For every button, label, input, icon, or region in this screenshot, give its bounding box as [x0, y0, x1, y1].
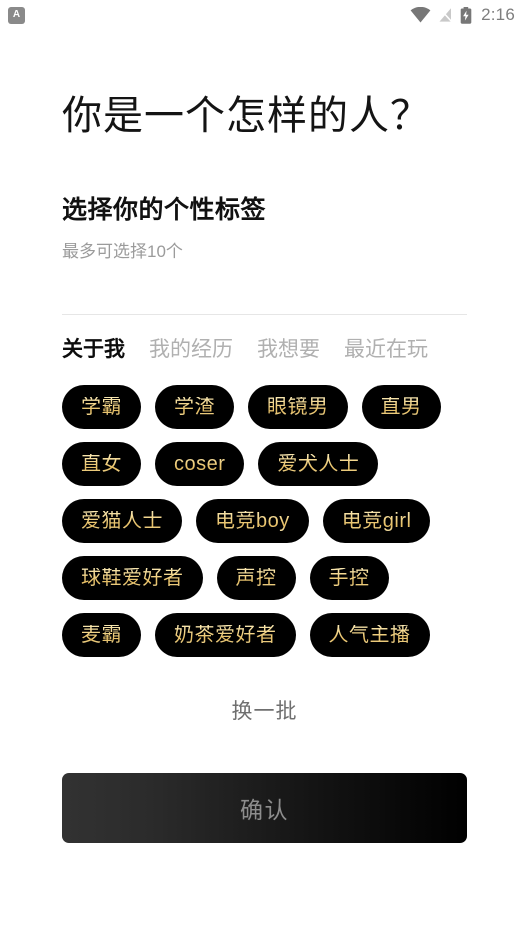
tag-chip[interactable]: 手控: [309, 556, 389, 600]
tag-chip[interactable]: 直男: [361, 385, 441, 429]
tag-chip[interactable]: 电竞girl: [322, 499, 431, 543]
section-divider: [62, 314, 467, 315]
tag-chip-list: 学霸 学渣 眼镜男 直男直女 coser 爱犬人士爱猫人士 电竞boy 电竞girl 球鞋爱好者…: [62, 385, 467, 657]
tag-chip-label: coser: [174, 453, 226, 475]
section-heading: 选择你的个性标签: [62, 196, 267, 224]
tab-1[interactable]: 我的经历: [149, 333, 233, 363]
wifi-icon: [410, 7, 431, 23]
tag-chip-label: 人气主播: [328, 624, 411, 646]
confirm-row: 确认: [62, 773, 467, 843]
status-bar: A 2:16: [0, 0, 529, 30]
tag-chip-label: 声控: [235, 567, 277, 589]
tag-chip-label: 学渣: [174, 396, 215, 418]
tag-chip[interactable]: 麦霸: [62, 613, 141, 657]
page-title: 你是一个怎样的人？: [62, 94, 431, 138]
tag-chip[interactable]: 人气主播: [309, 613, 430, 657]
tag-chip-label: 爱犬人士: [277, 453, 360, 475]
category-tabs: 关于我 我的经历 我想要 最近在玩: [62, 333, 467, 363]
tag-chip-label: 球鞋爱好者: [81, 567, 184, 589]
tag-chip-label: 电竞girl: [341, 510, 412, 532]
tag-chip-label: 手控: [328, 567, 370, 589]
status-bar-notifications: A: [8, 6, 25, 24]
signal-off-icon: [438, 7, 453, 23]
confirm-button[interactable]: 确认: [62, 773, 467, 843]
tab-0[interactable]: 关于我: [62, 333, 125, 363]
section-subtext: 最多可选择10个: [62, 242, 183, 261]
tag-chip[interactable]: 眼镜男: [248, 385, 348, 429]
tag-chip-label: 学霸: [81, 396, 122, 418]
battery-charging-icon: [460, 6, 472, 24]
tab-3[interactable]: 最近在玩: [344, 333, 428, 363]
tag-chip-label: 爱猫人士: [81, 510, 163, 532]
status-bar-clock: 2:16: [481, 5, 515, 24]
app-notification-icon: A: [8, 6, 25, 24]
page-content: 你是一个怎样的人？ 选择你的个性标签 最多可选择10个 关于我 我的经历 我想要 最近…: [0, 92, 529, 843]
tag-chip-label: 眼镜男: [267, 396, 329, 418]
refresh-row: 换一批: [62, 695, 467, 725]
tag-chip[interactable]: coser: [155, 442, 245, 486]
tag-chip[interactable]: 学渣: [155, 385, 234, 429]
tag-chip[interactable]: 奶茶爱好者: [155, 613, 296, 657]
tag-chip-label: 直女: [81, 453, 122, 475]
tag-chip[interactable]: 球鞋爱好者: [62, 556, 203, 600]
status-bar-indicators: 2:16: [410, 5, 515, 25]
tab-2[interactable]: 我想要: [257, 333, 320, 363]
tag-chip[interactable]: 电竞boy: [196, 499, 309, 543]
tag-chip[interactable]: 声控: [216, 556, 296, 600]
tag-chip-label: 电竞boy: [215, 510, 290, 532]
tag-chip-label: 直男: [380, 396, 422, 418]
tag-chip-label: 麦霸: [81, 624, 122, 646]
refresh-tags-button[interactable]: 换一批: [232, 695, 298, 725]
app-badge-letter: A: [12, 9, 21, 20]
tag-chip[interactable]: 学霸: [62, 385, 141, 429]
tag-chip[interactable]: 直女: [62, 442, 141, 486]
tag-chip[interactable]: 爱猫人士: [62, 499, 182, 543]
tag-chip-label: 奶茶爱好者: [174, 624, 277, 646]
tag-chip[interactable]: 爱犬人士: [258, 442, 379, 486]
